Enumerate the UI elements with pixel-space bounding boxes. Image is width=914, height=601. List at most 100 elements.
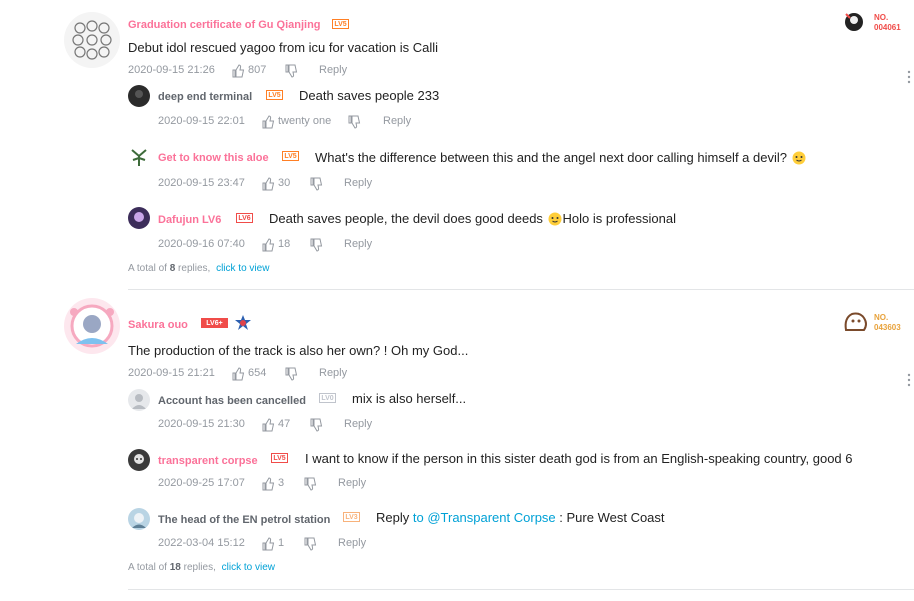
username[interactable]: Graduation certificate of Gu Qianjing: [128, 19, 321, 31]
like-count: 30: [278, 177, 291, 189]
comment-meta: 2020-09-15 21:21 654 Reply: [128, 367, 428, 381]
level-badge: LV5: [332, 19, 349, 29]
reply-total: A total of 18 replies, click to view: [128, 562, 275, 573]
reply-text: What's the difference between this and t…: [315, 149, 807, 165]
thumbs-up-icon[interactable]: [231, 367, 245, 381]
reply-avatar[interactable]: [128, 207, 150, 229]
more-vertical-icon[interactable]: [906, 373, 912, 387]
thumbs-up-icon[interactable]: [261, 477, 275, 491]
level-badge: LV5: [271, 453, 288, 463]
reply-button[interactable]: Reply: [338, 477, 366, 489]
reply-username[interactable]: Get to know this aloe: [158, 152, 269, 164]
view-replies-link[interactable]: click to view: [216, 263, 269, 274]
reply-text-content: Death saves people, the devil does good …: [269, 211, 543, 226]
thumbs-up-icon[interactable]: [261, 418, 275, 432]
timestamp: 2020-09-15 21:30: [158, 418, 245, 430]
fan-badge-icon: [844, 312, 867, 331]
like-count: 3: [278, 477, 285, 489]
like-count: 18: [278, 238, 291, 250]
timestamp: 2020-09-25 17:07: [158, 477, 245, 489]
reply-meta: 2020-09-25 17:07 3 Reply: [158, 477, 458, 491]
reply-total: A total of 8 replies, click to view: [128, 263, 269, 274]
reply-avatar[interactable]: [128, 449, 150, 471]
thumbs-down-icon[interactable]: [303, 477, 317, 491]
reply-meta: 2022-03-04 15:12 1 Reply: [158, 537, 458, 551]
avatar[interactable]: [64, 12, 120, 68]
avatar[interactable]: [64, 298, 120, 354]
reply-avatar[interactable]: [128, 508, 150, 530]
divider: [128, 289, 914, 290]
thumbs-down-icon[interactable]: [303, 537, 317, 551]
reply-username[interactable]: Dafujun LV6: [158, 214, 221, 226]
more-vertical-icon[interactable]: [906, 70, 912, 84]
view-replies-link[interactable]: click to view: [222, 562, 275, 573]
fan-badge-number: 043603: [874, 323, 901, 332]
reply-text-content: : Pure West Coast: [559, 510, 665, 525]
reply-text: I want to know if the person in this sis…: [305, 451, 853, 466]
reply-button[interactable]: Reply: [344, 177, 372, 189]
timestamp: 2020-09-15 21:21: [128, 367, 215, 379]
emoji-icon: [792, 151, 806, 165]
timestamp: 2020-09-15 23:47: [158, 177, 245, 189]
timestamp: 2020-09-15 22:01: [158, 115, 245, 127]
reply-button[interactable]: Reply: [383, 115, 411, 127]
timestamp: 2020-09-15 21:26: [128, 64, 215, 76]
thumbs-up-icon[interactable]: [261, 537, 275, 551]
comment-meta: 2020-09-15 21:26 807 Reply: [128, 64, 428, 78]
reply-total-prefix: A total of: [128, 562, 167, 573]
comment-text: The production of the track is also her …: [128, 343, 469, 358]
level-badge: LV3: [343, 512, 360, 522]
thumbs-up-icon[interactable]: [231, 64, 245, 78]
level-badge: LV5: [266, 90, 283, 100]
fan-badge-label: NO.: [874, 13, 889, 22]
reply-avatar[interactable]: [128, 389, 150, 411]
reply-username[interactable]: Account has been cancelled: [158, 395, 306, 407]
reply-button[interactable]: Reply: [344, 418, 372, 430]
reply-button[interactable]: Reply: [344, 238, 372, 250]
reply-username[interactable]: deep end terminal: [158, 91, 252, 103]
like-count: twenty one: [278, 115, 332, 127]
reply-meta: 2020-09-15 21:30 47 Reply: [158, 418, 458, 432]
reply-text: Death saves people 233: [299, 88, 440, 103]
reply-button[interactable]: Reply: [319, 367, 347, 379]
reply-text: Reply to @Transparent Corpse : Pure West…: [376, 510, 665, 525]
reply-meta: 2020-09-15 23:47 30 Reply: [158, 177, 458, 191]
fan-badge-icon: [845, 13, 863, 31]
thumbs-down-icon[interactable]: [347, 115, 361, 129]
reply-meta: 2020-09-15 22:01 twenty one Reply: [158, 115, 458, 129]
thumbs-up-icon[interactable]: [261, 177, 275, 191]
thumbs-down-icon[interactable]: [284, 367, 298, 381]
reply-avatar[interactable]: [128, 146, 150, 168]
like-count: 47: [278, 418, 291, 430]
fan-badge-number: 004061: [874, 23, 901, 32]
reply-button[interactable]: Reply: [319, 64, 347, 76]
thumbs-down-icon[interactable]: [309, 177, 323, 191]
reply-text-suffix: Holo is professional: [562, 211, 676, 226]
divider: [128, 589, 914, 590]
reply-button[interactable]: Reply: [338, 537, 366, 549]
reply-username[interactable]: transparent corpse: [158, 455, 258, 467]
comment-text: Debut idol rescued yagoo from icu for va…: [128, 40, 438, 55]
thumbs-up-icon[interactable]: [261, 115, 275, 129]
thumbs-down-icon[interactable]: [309, 418, 323, 432]
reply-text: mix is also herself...: [352, 391, 467, 406]
reply-text-content: What's the difference between this and t…: [315, 150, 787, 165]
timestamp: 2020-09-16 07:40: [158, 238, 245, 250]
like-count: 1: [278, 537, 285, 549]
reply-prefix: Reply: [376, 510, 410, 525]
reply-username[interactable]: The head of the EN petrol station: [158, 514, 330, 526]
thumbs-down-icon[interactable]: [284, 64, 298, 78]
reply-total-count: 18: [169, 562, 181, 573]
username[interactable]: Sakura ouo: [128, 319, 188, 331]
thumbs-up-icon[interactable]: [261, 238, 275, 252]
reply-total-suffix: replies,: [183, 562, 216, 573]
thumbs-down-icon[interactable]: [309, 238, 323, 252]
level-badge: LV5: [282, 151, 299, 161]
reply-text: Death saves people, the devil does good …: [269, 210, 676, 226]
mention-link[interactable]: to @Transparent Corpse: [413, 510, 556, 525]
level-badge: LV0: [319, 393, 336, 403]
reply-total-count: 8: [169, 263, 176, 274]
reply-avatar[interactable]: [128, 85, 150, 107]
timestamp: 2022-03-04 15:12: [158, 537, 245, 549]
fan-badge-label: NO.: [874, 313, 889, 322]
